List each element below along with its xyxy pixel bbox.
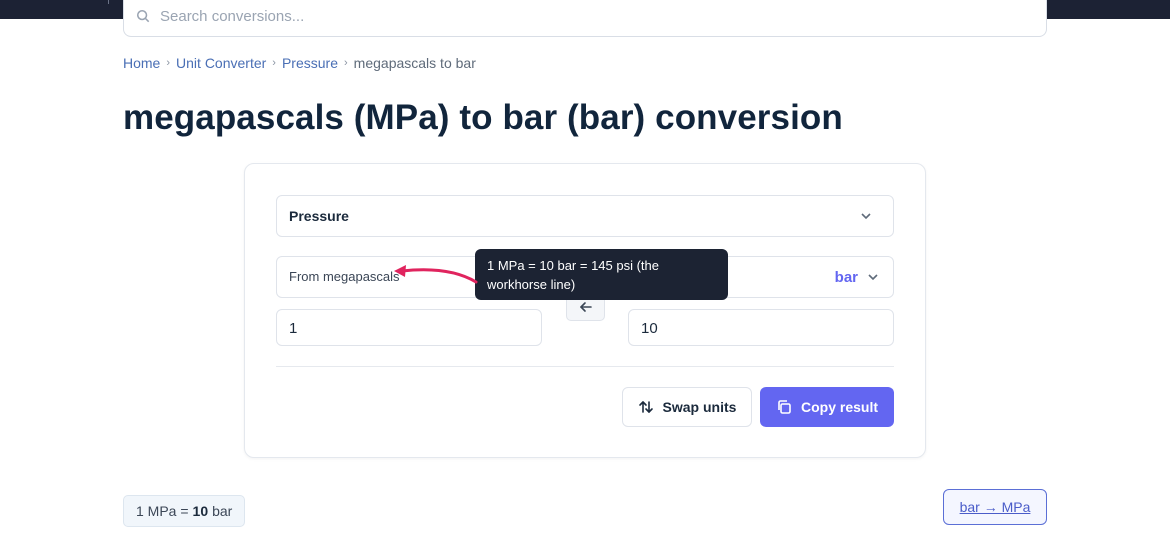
breadcrumb-separator: › (344, 57, 348, 69)
from-unit-label: From megapascals (289, 269, 400, 284)
to-unit-label: bar (834, 269, 858, 286)
chevron-down-icon (868, 274, 878, 281)
breadcrumb-pressure[interactable]: Pressure (282, 55, 338, 71)
page-title: megapascals (MPa) to bar (bar) conversio… (123, 98, 843, 137)
to-value-input[interactable] (641, 318, 881, 338)
result-value: 10 (192, 503, 209, 519)
copy-icon (778, 400, 791, 414)
search-input[interactable] (160, 4, 760, 28)
from-value-input[interactable] (289, 318, 529, 338)
search-icon (136, 9, 150, 23)
breadcrumb-home[interactable]: Home (123, 55, 160, 71)
swap-units-label: Swap units (662, 399, 737, 415)
breadcrumb: Home › Unit Converter › Pressure › megap… (123, 55, 476, 71)
result-unit: bar (212, 503, 233, 519)
breadcrumb-current: megapascals to bar (353, 55, 476, 71)
search-box[interactable] (123, 0, 1047, 37)
tooltip: 1 MPa = 10 bar = 145 psi (the workhorse … (475, 249, 728, 300)
result-prefix: 1 MPa = (136, 503, 189, 519)
navbar-divider (108, 0, 109, 4)
to-value-field[interactable] (628, 309, 894, 346)
swap-units-button[interactable]: Swap units (622, 387, 752, 427)
annotation-arrow-icon (394, 265, 478, 284)
copy-result-button[interactable]: Copy result (760, 387, 894, 427)
arrow-left-icon (580, 302, 592, 312)
converter-card: Pressure From megapascals bar Swap units (244, 163, 926, 458)
breadcrumb-separator: › (272, 57, 276, 69)
swap-vertical-icon (638, 401, 653, 413)
card-divider (276, 366, 894, 367)
result-summary: 1 MPa = 10 bar (123, 495, 246, 527)
breadcrumb-unit-converter[interactable]: Unit Converter (176, 55, 266, 71)
category-select[interactable]: Pressure (276, 195, 894, 237)
copy-result-label: Copy result (800, 399, 878, 415)
chevron-down-icon (861, 213, 871, 220)
category-value: Pressure (289, 208, 349, 224)
breadcrumb-separator: › (166, 57, 171, 69)
from-value-field[interactable] (276, 309, 542, 346)
reverse-conversion-link[interactable]: bar → MPa (943, 489, 1047, 525)
